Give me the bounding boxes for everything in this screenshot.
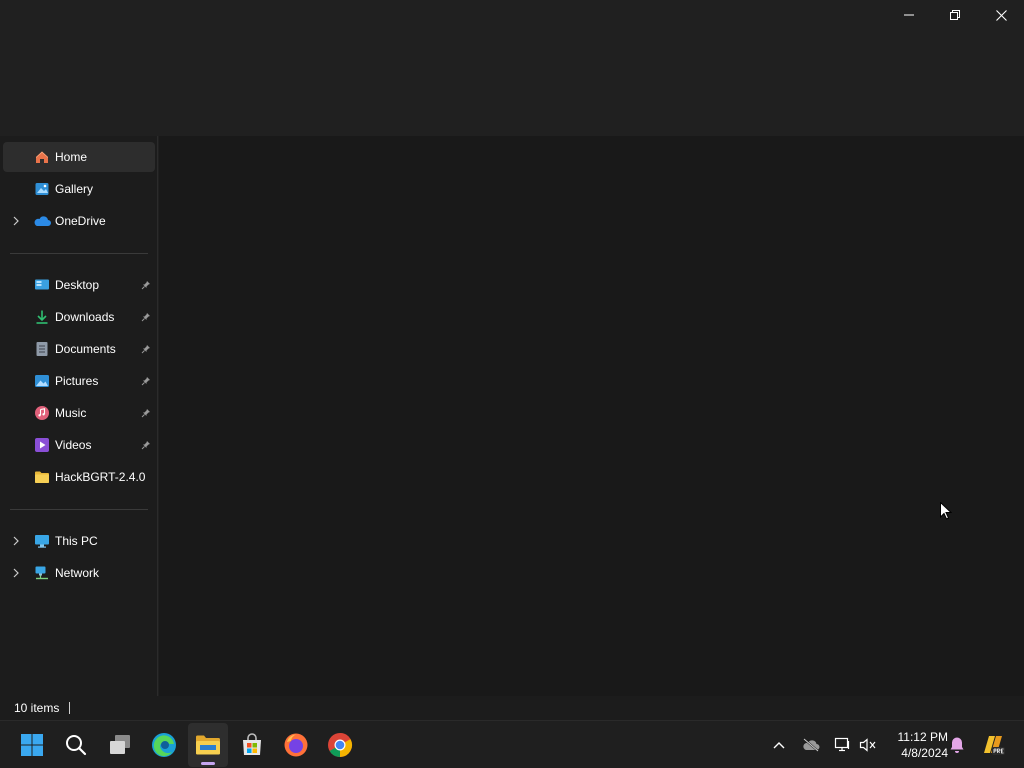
chrome-button[interactable]: [320, 723, 360, 767]
home-icon: [33, 148, 51, 166]
close-button[interactable]: [978, 0, 1024, 30]
folder-icon: [33, 468, 51, 486]
file-explorer-button[interactable]: [188, 723, 228, 767]
copilot-icon: [984, 736, 1005, 755]
firefox-icon: [284, 733, 308, 757]
nav-item-label: Home: [55, 150, 88, 164]
nav-item-this-pc[interactable]: This PC: [3, 526, 155, 556]
clock-time: 11:12 PM: [897, 730, 948, 744]
nav-item-videos[interactable]: Videos: [3, 430, 155, 460]
documents-icon: [33, 340, 51, 358]
network-icon: [33, 564, 51, 582]
nav-item-label: Network: [55, 566, 100, 580]
close-icon: [995, 9, 1007, 21]
start-icon: [21, 734, 43, 756]
volume-button[interactable]: [856, 733, 880, 757]
pin-icon: [141, 376, 151, 386]
onedrive-cloud-icon: [33, 212, 51, 230]
nav-item-label: Gallery: [55, 182, 94, 196]
gallery-icon: [33, 180, 51, 198]
content-pane[interactable]: [159, 136, 1024, 696]
nav-item-hackbgrt-folder[interactable]: HackBGRT-2.4.0: [3, 462, 155, 492]
nav-item-label: Desktop: [55, 278, 100, 292]
pin-icon: [141, 280, 151, 290]
restore-button[interactable]: [932, 0, 978, 30]
nav-item-desktop[interactable]: Desktop: [3, 270, 155, 300]
active-app-indicator: [201, 762, 215, 765]
store-button[interactable]: [232, 723, 272, 767]
show-hidden-icons-button[interactable]: [767, 733, 791, 757]
chrome-icon: [328, 733, 353, 757]
nav-item-network[interactable]: Network: [3, 558, 155, 588]
nav-item-documents[interactable]: Documents: [3, 334, 155, 364]
copilot-button[interactable]: [979, 733, 1007, 757]
nav-item-label: Pictures: [55, 374, 99, 388]
taskbar: 11:12 PM 4/8/2024: [0, 720, 1024, 768]
network-status-icon: [834, 737, 850, 752]
store-icon: [243, 733, 261, 755]
chevron-up-icon: [773, 742, 785, 749]
clock-date: 4/8/2024: [901, 746, 948, 760]
onedrive-offline-icon: [803, 738, 820, 752]
nav-item-label: Videos: [55, 438, 92, 452]
task-view-button[interactable]: [100, 723, 140, 767]
title-bar: [0, 0, 1024, 136]
onedrive-tray-button[interactable]: [799, 733, 823, 757]
download-icon: [33, 308, 51, 326]
pin-icon: [141, 344, 151, 354]
status-divider: [69, 702, 71, 714]
restore-icon: [950, 10, 960, 20]
window-controls: [886, 0, 1024, 30]
volume-muted-icon: [859, 738, 876, 752]
task-view-icon: [110, 735, 130, 754]
nav-item-gallery[interactable]: Gallery: [3, 174, 155, 204]
pin-icon: [141, 440, 151, 450]
nav-item-label: HackBGRT-2.4.0: [55, 470, 146, 484]
file-explorer-icon: [196, 735, 220, 755]
nav-item-home[interactable]: Home: [3, 142, 155, 172]
minimize-button[interactable]: [886, 0, 932, 30]
navigation-pane: Home Gallery OneDrive Desktop Downloads: [0, 136, 158, 696]
nav-item-label: Downloads: [55, 310, 115, 324]
edge-icon: [152, 733, 176, 757]
videos-icon: [33, 436, 51, 454]
nav-item-music[interactable]: Music: [3, 398, 155, 428]
nav-item-label: Documents: [55, 342, 116, 356]
minimize-icon: [904, 14, 914, 16]
chevron-right-icon[interactable]: [11, 216, 21, 226]
chevron-right-icon[interactable]: [11, 536, 21, 546]
pictures-icon: [33, 372, 51, 390]
firefox-button[interactable]: [276, 723, 316, 767]
search-icon: [66, 735, 87, 756]
chevron-right-icon[interactable]: [11, 568, 21, 578]
nav-divider: [10, 253, 148, 254]
nav-item-label: OneDrive: [55, 214, 106, 228]
desktop-icon: [33, 276, 51, 294]
search-button[interactable]: [56, 723, 96, 767]
edge-button[interactable]: [144, 723, 184, 767]
music-icon: [33, 404, 51, 422]
nav-item-downloads[interactable]: Downloads: [3, 302, 155, 332]
item-count: 10 items: [14, 701, 60, 715]
nav-item-onedrive[interactable]: OneDrive: [3, 206, 155, 236]
this-pc-icon: [33, 532, 51, 550]
pin-icon: [141, 312, 151, 322]
nav-item-pictures[interactable]: Pictures: [3, 366, 155, 396]
nav-item-label: This PC: [55, 534, 98, 548]
system-clock[interactable]: 11:12 PM 4/8/2024: [884, 729, 948, 761]
nav-divider: [10, 509, 148, 510]
status-bar: 10 items: [0, 696, 1024, 720]
notifications-button[interactable]: [945, 733, 969, 757]
nav-item-label: Music: [55, 406, 87, 420]
pin-icon: [141, 408, 151, 418]
start-button[interactable]: [12, 723, 52, 767]
network-status-button[interactable]: [831, 733, 855, 757]
bell-icon: [950, 737, 964, 753]
mouse-cursor-icon: [940, 501, 953, 523]
